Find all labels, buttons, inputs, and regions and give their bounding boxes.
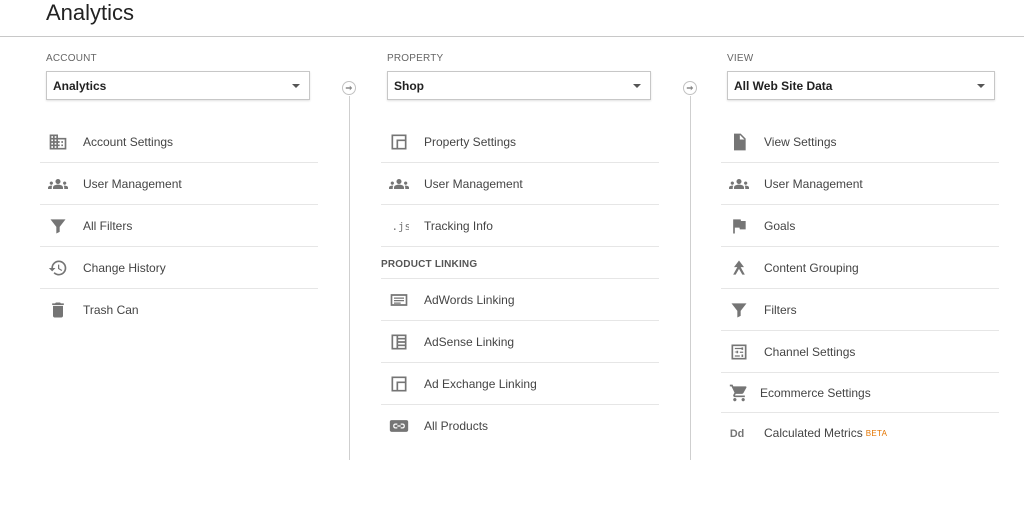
view-label: VIEW	[727, 53, 754, 64]
filter-icon	[727, 298, 751, 322]
account-label: ACCOUNT	[46, 53, 97, 64]
property-settings-item[interactable]: Property Settings	[381, 121, 659, 163]
menu-item-label: Calculated Metrics	[764, 426, 863, 440]
ad-exchange-icon	[387, 372, 411, 396]
property-column: PROPERTY Shop	[387, 52, 651, 100]
dd-icon: Dd	[727, 421, 751, 445]
menu-item-label: Filters	[764, 302, 797, 317]
view-user-management-item[interactable]: User Management	[721, 163, 999, 205]
menu-item-label: Trash Can	[83, 303, 139, 317]
account-all-filters-item[interactable]: All Filters	[40, 205, 318, 247]
beta-badge: BETA	[865, 428, 888, 438]
view-selected-value: All Web Site Data	[734, 78, 833, 93]
link-icon	[387, 414, 411, 438]
arrow-right-icon	[683, 81, 697, 95]
account-column: ACCOUNT Analytics	[46, 52, 310, 100]
adsense-linking-item[interactable]: AdSense Linking	[381, 321, 659, 363]
menu-item-label: Ecommerce Settings	[760, 385, 871, 400]
menu-item-label: Content Grouping	[764, 260, 859, 275]
property-selector[interactable]: Shop	[387, 71, 651, 100]
cart-icon	[727, 381, 751, 405]
chevron-down-icon	[977, 84, 985, 88]
account-settings-item[interactable]: Account Settings	[40, 121, 318, 163]
menu-item-label: View Settings	[764, 134, 837, 149]
menu-item-label: All Products	[424, 419, 489, 433]
property-label: PROPERTY	[387, 53, 444, 64]
property-selected-value: Shop	[394, 78, 424, 93]
menu-item-label: AdSense Linking	[424, 334, 515, 349]
chevron-down-icon	[633, 84, 641, 88]
menu-item-label: Ad Exchange Linking	[424, 376, 537, 391]
view-selector[interactable]: All Web Site Data	[727, 71, 995, 100]
people-icon	[727, 172, 751, 196]
view-settings-item[interactable]: View Settings	[721, 121, 999, 163]
menu-item-label: AdWords Linking	[424, 292, 515, 307]
chevron-down-icon	[292, 84, 300, 88]
account-user-management-item[interactable]: User Management	[40, 163, 318, 205]
ad-exchange-linking-item[interactable]: Ad Exchange Linking	[381, 363, 659, 405]
history-icon	[46, 256, 70, 280]
menu-item-label: User Management	[764, 176, 863, 191]
section-heading-label: PRODUCT LINKING	[381, 259, 478, 270]
product-linking-heading: PRODUCT LINKING	[381, 251, 659, 279]
channel-settings-item[interactable]: Channel Settings	[721, 331, 999, 373]
view-menu: View Settings User Management Goals Cont…	[721, 121, 999, 453]
building-icon	[46, 130, 70, 154]
account-selector[interactable]: Analytics	[46, 71, 310, 100]
property-tracking-info-item[interactable]: .js Tracking Info	[381, 205, 659, 247]
menu-item-label: User Management	[83, 176, 182, 191]
channel-icon	[727, 340, 751, 364]
menu-item-label: Property Settings	[424, 134, 517, 149]
view-filters-item[interactable]: Filters	[721, 289, 999, 331]
flag-icon	[727, 214, 751, 238]
account-trash-can-item[interactable]: Trash Can	[40, 289, 318, 331]
arrow-right-icon	[342, 81, 356, 95]
goals-item[interactable]: Goals	[721, 205, 999, 247]
svg-text:Dd: Dd	[730, 428, 744, 440]
content-grouping-item[interactable]: Content Grouping	[721, 247, 999, 289]
svg-text:.js: .js	[392, 220, 410, 233]
menu-item-label: Channel Settings	[764, 344, 856, 359]
people-icon	[387, 172, 411, 196]
grouping-icon	[727, 256, 751, 280]
calculated-metrics-item[interactable]: Dd Calculated Metrics BETA	[721, 413, 999, 453]
account-selected-value: Analytics	[53, 78, 107, 93]
account-menu: Account Settings User Management All Fil…	[40, 121, 318, 331]
property-menu: Property Settings User Management .js Tr…	[381, 121, 659, 447]
all-products-item[interactable]: All Products	[381, 405, 659, 447]
document-icon	[727, 130, 751, 154]
menu-item-label: Tracking Info	[424, 218, 493, 233]
column-divider	[349, 96, 350, 460]
property-user-management-item[interactable]: User Management	[381, 163, 659, 205]
account-change-history-item[interactable]: Change History	[40, 247, 318, 289]
header-divider	[0, 36, 1024, 37]
menu-item-label: Change History	[83, 260, 166, 275]
adwords-icon	[387, 288, 411, 312]
people-icon	[46, 172, 70, 196]
trash-icon	[46, 298, 70, 322]
adwords-linking-item[interactable]: AdWords Linking	[381, 279, 659, 321]
window-icon	[387, 130, 411, 154]
menu-item-label: All Filters	[83, 218, 133, 233]
page-title: Analytics	[46, 0, 135, 25]
column-divider	[690, 96, 691, 460]
menu-item-label: Goals	[764, 218, 796, 233]
js-icon: .js	[387, 214, 411, 238]
filter-icon	[46, 214, 70, 238]
ecommerce-settings-item[interactable]: Ecommerce Settings	[721, 373, 999, 413]
menu-item-label: User Management	[424, 176, 523, 191]
menu-item-label: Account Settings	[83, 134, 174, 149]
adsense-icon	[387, 330, 411, 354]
view-column: VIEW All Web Site Data	[727, 52, 995, 100]
